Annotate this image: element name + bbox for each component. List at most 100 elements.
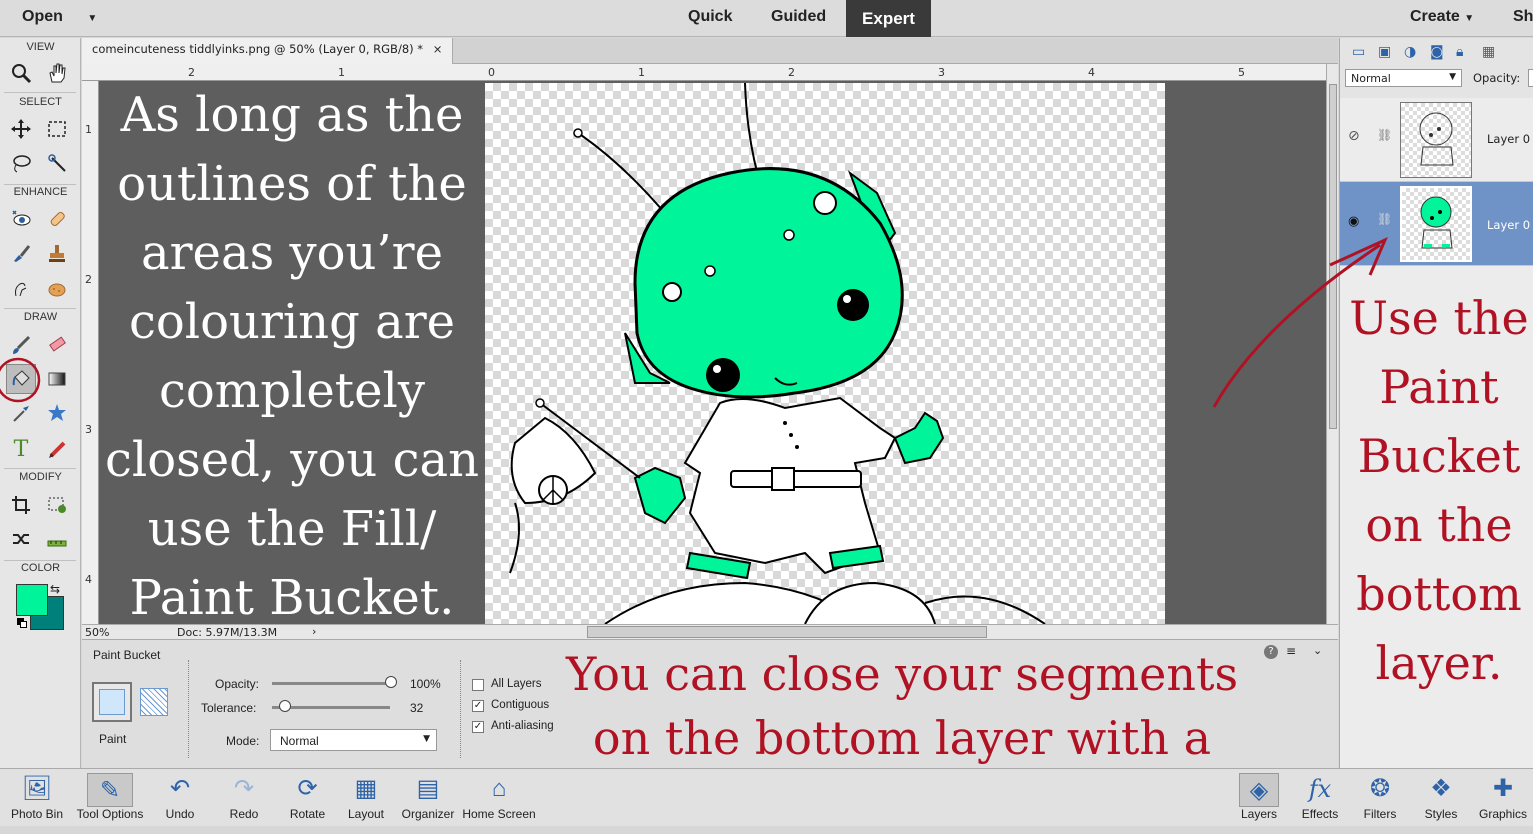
chevron-down-icon[interactable]: ⌄ [1313, 644, 1322, 657]
open-menu[interactable]: Open ▼ [22, 8, 97, 26]
document-title: comeincuteness tiddlyinks.png @ 50% (Lay… [92, 42, 424, 56]
document-tab-bar: comeincuteness tiddlyinks.png @ 50% (Lay… [82, 38, 1338, 64]
photo-bin-button[interactable]: 🖼︎ Photo Bin [8, 769, 66, 827]
alien-line-art [509, 82, 1046, 624]
tolerance-label: Tolerance: [201, 701, 257, 715]
rotate-button[interactable]: ⟳ Rotate [285, 769, 330, 827]
layer-row[interactable]: ⊘ ⛓ Layer 0 [1340, 98, 1533, 182]
marquee-tool-icon[interactable] [42, 114, 72, 144]
new-layer-icon[interactable]: ▭ [1352, 44, 1365, 60]
sponge-tool-icon[interactable] [42, 274, 72, 304]
eraser-tool-icon[interactable] [42, 330, 72, 360]
new-group-icon[interactable]: ▣ [1378, 44, 1391, 60]
share-menu[interactable]: Sh [1513, 8, 1533, 26]
contiguous-checkbox[interactable]: ✓ [472, 700, 484, 712]
healing-brush-tool-icon[interactable] [42, 204, 72, 234]
section-draw: DRAW [23, 311, 58, 323]
custom-shape-tool-icon[interactable] [42, 398, 72, 428]
document-tab[interactable]: comeincuteness tiddlyinks.png @ 50% (Lay… [82, 38, 454, 64]
clone-stamp-tool-icon[interactable] [42, 238, 72, 268]
create-label: Create [1410, 8, 1460, 25]
help-icon[interactable]: ? [1264, 645, 1278, 659]
undo-icon: ↶ [169, 775, 191, 802]
status-bar: 50% Doc: 5.97M/13.3M › [82, 624, 1338, 639]
mode-quick[interactable]: Quick [688, 8, 732, 26]
lock-icon[interactable]: 🔒︎ [1456, 44, 1463, 60]
redo-button[interactable]: ↷ Redo [224, 769, 264, 827]
move-tool-icon[interactable] [6, 114, 36, 144]
anti-aliasing-checkbox[interactable]: ✓ [472, 721, 484, 733]
straighten-tool-icon[interactable] [42, 524, 72, 554]
type-tool-icon[interactable]: T [6, 434, 36, 464]
foreground-color-swatch[interactable] [16, 584, 48, 616]
zoom-level[interactable]: 50% [85, 626, 109, 639]
paint-label: Paint [99, 732, 127, 746]
hand-tool-icon[interactable] [42, 58, 72, 88]
undo-label: Undo [165, 807, 195, 821]
red-eye-tool-icon[interactable] [6, 204, 36, 234]
quick-selection-tool-icon[interactable] [42, 148, 72, 178]
styles-button[interactable]: ❖ Styles [1420, 769, 1462, 827]
layer-opacity-input[interactable] [1528, 69, 1533, 87]
home-icon: ⌂ [491, 775, 507, 802]
smart-brush-tool-icon[interactable] [6, 238, 36, 268]
section-view: VIEW [26, 41, 55, 53]
all-layers-checkbox[interactable] [472, 679, 484, 691]
pencil-tool-icon[interactable] [42, 434, 72, 464]
effects-button[interactable]: fx Effects [1298, 769, 1342, 827]
crop-tool-icon[interactable] [6, 490, 36, 520]
tool-options-panel: Paint Bucket Paint Opacity: 100% Toleran… [82, 639, 1338, 829]
content-aware-move-tool-icon[interactable] [6, 524, 36, 554]
canvas-area[interactable]: As long as the outlines of the areas you… [99, 81, 1326, 624]
opacity-slider[interactable] [272, 682, 390, 685]
ruler-label: 0 [488, 66, 495, 79]
link-icon[interactable]: ⛓ [1377, 212, 1392, 226]
divider [460, 660, 461, 758]
gradient-tool-icon[interactable] [42, 364, 72, 394]
mode-dropdown[interactable]: Normal ▼ [270, 729, 437, 751]
layers-icon: ◈ [1239, 773, 1279, 807]
recompose-tool-icon[interactable] [42, 490, 72, 520]
undo-button[interactable]: ↶ Undo [160, 769, 200, 827]
graphics-button[interactable]: ✚ Graphics [1476, 769, 1530, 827]
ruler-label: 2 [85, 273, 92, 286]
organizer-button[interactable]: ▤ Organizer [400, 769, 456, 827]
section-enhance: ENHANCE [13, 186, 68, 198]
lock-transparency-icon[interactable]: ▦ [1482, 44, 1495, 60]
opacity-label: Opacity: [215, 677, 260, 691]
hidden-eye-icon[interactable]: ⊘ [1348, 128, 1360, 144]
paint-fill-button[interactable] [92, 682, 132, 722]
filters-button[interactable]: ❂ Filters [1360, 769, 1400, 827]
blend-mode-dropdown[interactable]: Normal ▼ [1345, 69, 1462, 87]
horizontal-scrollbar-thumb[interactable] [587, 626, 987, 638]
organizer-icon: ▤ [416, 775, 440, 802]
link-icon[interactable]: ⛓ [1377, 128, 1392, 142]
graphics-label: Graphics [1478, 807, 1528, 821]
ruler-label: 1 [85, 123, 92, 136]
mode-guided[interactable]: Guided [771, 8, 826, 26]
lasso-tool-icon[interactable] [6, 148, 36, 178]
eyedropper-tool-icon[interactable] [6, 398, 36, 428]
default-colors-icon[interactable] [17, 618, 27, 628]
ruler-label: 4 [85, 573, 92, 586]
tool-options-button[interactable]: ✎ Tool Options [74, 769, 146, 827]
tolerance-slider-knob[interactable] [279, 700, 291, 712]
pattern-fill-button[interactable] [140, 688, 168, 716]
layout-button[interactable]: ▦ Layout [345, 769, 387, 827]
close-icon[interactable]: × [433, 42, 443, 56]
swap-colors-icon[interactable]: ⇆ [50, 582, 60, 596]
mode-label: Mode: [226, 734, 260, 748]
blur-tool-icon[interactable] [6, 274, 36, 304]
adjustment-layer-icon[interactable]: ◑ [1404, 44, 1416, 60]
opacity-slider-knob[interactable] [385, 676, 397, 688]
layers-button[interactable]: ◈ Layers [1237, 769, 1281, 827]
panel-menu-icon[interactable]: ≡ [1286, 644, 1296, 658]
divider [188, 660, 189, 758]
chevron-right-icon[interactable]: › [312, 625, 316, 638]
mode-expert[interactable]: Expert [846, 0, 931, 37]
home-screen-button[interactable]: ⌂ Home Screen [460, 769, 538, 827]
layer-mask-icon[interactable]: ◙ [1430, 44, 1444, 60]
create-menu[interactable]: Create ▼ [1410, 8, 1474, 26]
image-canvas[interactable] [485, 82, 1165, 624]
zoom-tool-icon[interactable] [6, 58, 36, 88]
